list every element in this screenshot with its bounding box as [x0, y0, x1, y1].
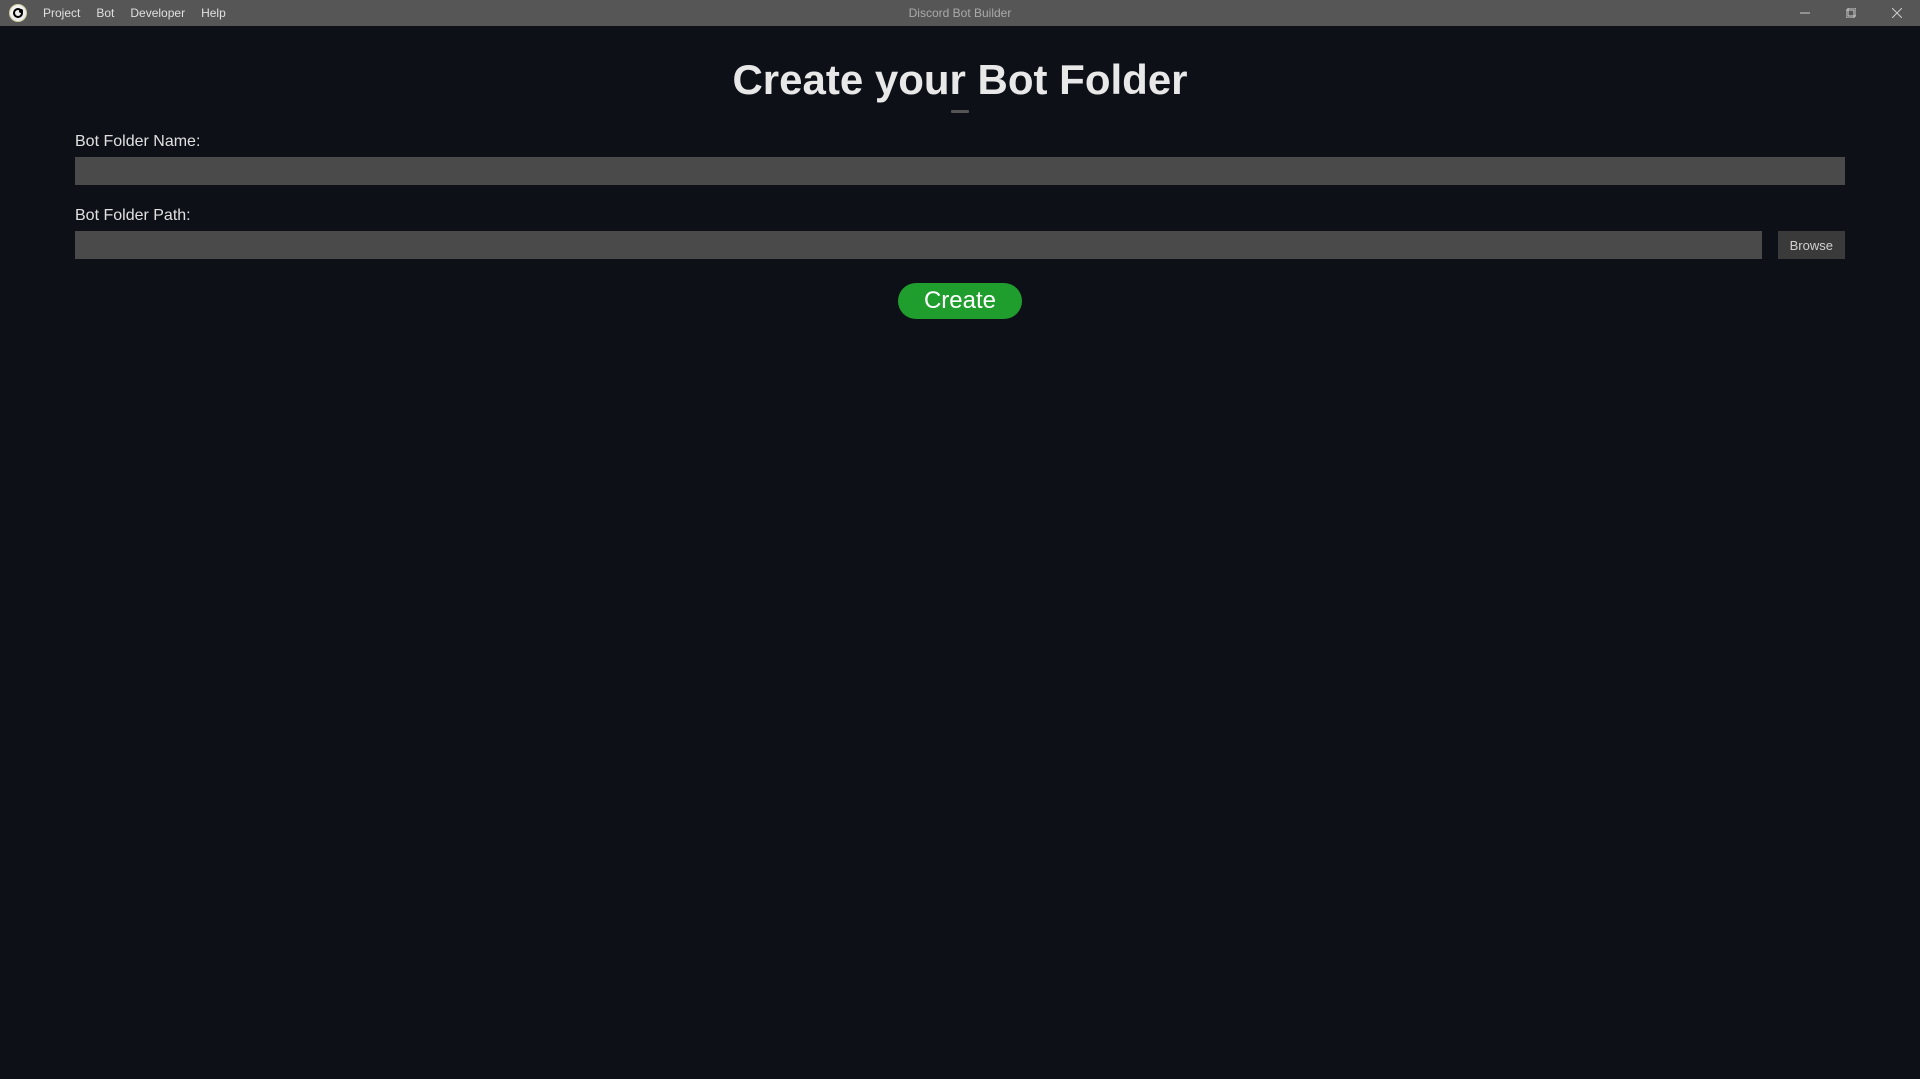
browse-button[interactable]: Browse — [1778, 231, 1845, 259]
folder-name-input[interactable] — [75, 157, 1845, 185]
maximize-icon — [1846, 8, 1856, 18]
maximize-button[interactable] — [1828, 0, 1874, 26]
menu-bot[interactable]: Bot — [88, 2, 122, 24]
minimize-icon — [1800, 8, 1810, 18]
titlebar: Project Bot Developer Help Discord Bot B… — [0, 0, 1920, 26]
close-icon — [1892, 8, 1902, 18]
folder-path-label: Bot Folder Path: — [75, 207, 1845, 225]
folder-name-group: Bot Folder Name: — [75, 133, 1845, 185]
folder-path-group: Bot Folder Path: Browse — [75, 207, 1845, 259]
main-content: Create your Bot Folder Bot Folder Name: … — [0, 26, 1920, 349]
page-title: Create your Bot Folder — [75, 56, 1845, 104]
window-title: Discord Bot Builder — [909, 6, 1012, 20]
menu-bar: Project Bot Developer Help — [35, 2, 234, 24]
menu-help[interactable]: Help — [193, 2, 234, 24]
title-underline — [951, 110, 969, 113]
create-button[interactable]: Create — [898, 283, 1022, 319]
folder-path-input[interactable] — [75, 231, 1762, 259]
close-button[interactable] — [1874, 0, 1920, 26]
menu-developer[interactable]: Developer — [122, 2, 193, 24]
window-controls — [1782, 0, 1920, 26]
folder-name-label: Bot Folder Name: — [75, 133, 1845, 151]
minimize-button[interactable] — [1782, 0, 1828, 26]
menu-project[interactable]: Project — [35, 2, 88, 24]
app-icon — [9, 4, 27, 22]
